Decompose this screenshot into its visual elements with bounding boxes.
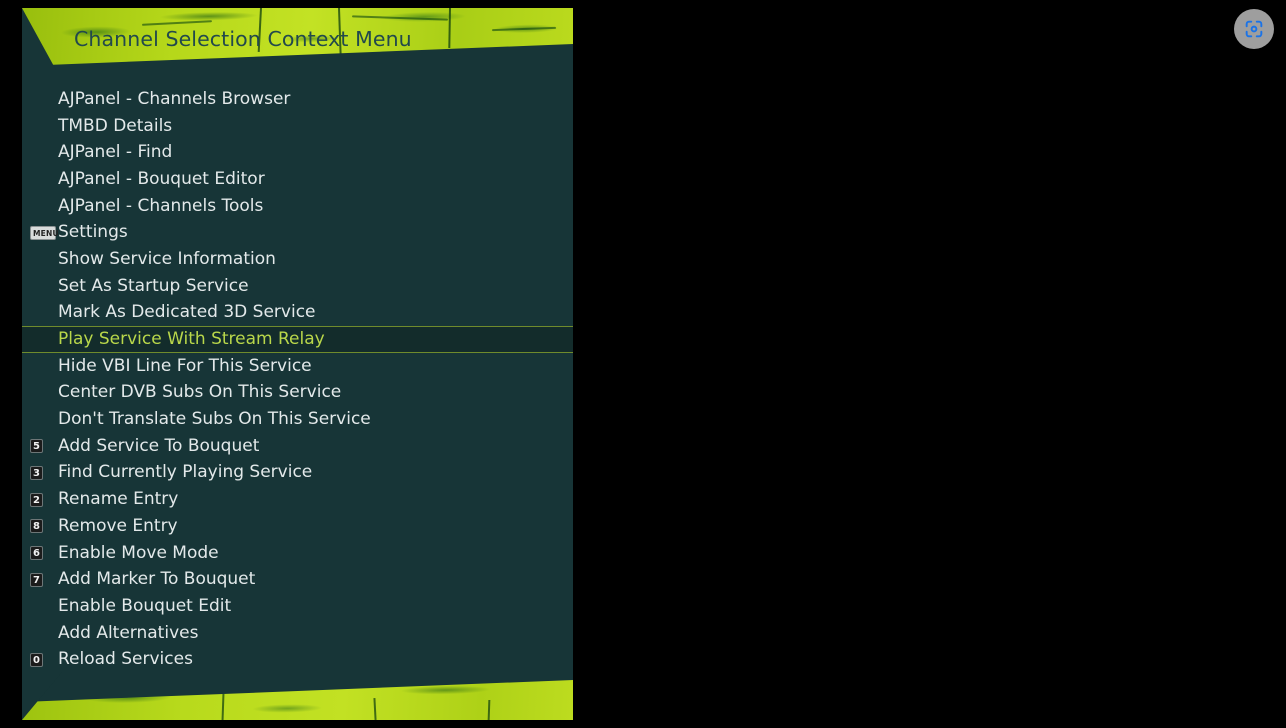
menu-item-label: Don't Translate Subs On This Service [58, 409, 371, 430]
menu-header-band: Channel Selection Context Menu [22, 8, 573, 70]
page-title: Channel Selection Context Menu [74, 27, 412, 51]
menu-item[interactable]: Play Service With Stream Relay [22, 326, 573, 353]
menu-item-label: Find Currently Playing Service [58, 462, 313, 483]
menu-item-key-slot [30, 406, 56, 433]
menu-item-label: Rename Entry [58, 489, 179, 510]
menu-item-label: Settings [58, 222, 128, 243]
menu-item[interactable]: Mark As Dedicated 3D Service [22, 300, 573, 327]
menu-item-key-slot [30, 593, 56, 620]
menu-item-key-slot [30, 193, 56, 220]
number-key-badge: 5 [30, 439, 43, 454]
menu-footer-band [22, 672, 573, 720]
menu-item-label: Enable Bouquet Edit [58, 595, 232, 616]
menu-item[interactable]: TMBD Details [22, 113, 573, 140]
menu-item-key-slot [30, 166, 56, 193]
number-key-badge: 3 [30, 465, 43, 480]
menu-item-key-slot [30, 380, 56, 407]
menu-item-key-slot [30, 326, 56, 353]
number-key-badge: 0 [30, 652, 43, 667]
context-menu-panel: Channel Selection Context Menu AJPanel -… [22, 8, 573, 720]
menu-item-label: AJPanel - Channels Browser [58, 88, 291, 109]
menu-item-label: AJPanel - Find [58, 142, 173, 163]
menu-item-key-slot [30, 113, 56, 140]
menu-item-key-slot: 0 [30, 646, 56, 673]
menu-item[interactable]: Add Alternatives [22, 620, 573, 647]
menu-item[interactable]: AJPanel - Channels Tools [22, 193, 573, 220]
menu-item-key-slot [30, 620, 56, 647]
menu-item-label: AJPanel - Bouquet Editor [58, 168, 265, 189]
context-menu-list: AJPanel - Channels Browser TMBD Details AJ… [22, 86, 573, 673]
menu-item-key-slot [30, 353, 56, 380]
menu-item-label: Set As Startup Service [58, 275, 249, 296]
menu-item[interactable]: AJPanel - Find [22, 139, 573, 166]
menu-item-label: Add Alternatives [58, 622, 199, 643]
menu-item-key-slot: 8 [30, 513, 56, 540]
menu-item[interactable]: 5 Add Service To Bouquet [22, 433, 573, 460]
menu-item-key-slot [30, 246, 56, 273]
menu-item[interactable]: Hide VBI Line For This Service [22, 353, 573, 380]
menu-item-label: Show Service Information [58, 248, 276, 269]
menu-item-key-slot [30, 300, 56, 327]
menu-item[interactable]: 2 Rename Entry [22, 486, 573, 513]
menu-item-label: Mark As Dedicated 3D Service [58, 302, 316, 323]
menu-item-label: Play Service With Stream Relay [58, 329, 325, 350]
menu-item-key-slot: MENU [30, 219, 59, 246]
menu-item[interactable]: 7 Add Marker To Bouquet [22, 566, 573, 593]
menu-item-key-slot [30, 86, 56, 113]
menu-item-key-slot: 5 [30, 433, 56, 460]
menu-item-label: Reload Services [58, 649, 193, 670]
screen-root: Channel Selection Context Menu AJPanel -… [0, 0, 1286, 728]
menu-item-key-slot: 2 [30, 486, 56, 513]
menu-item-label: Add Marker To Bouquet [58, 569, 256, 590]
menu-item-key-slot: 6 [30, 540, 56, 567]
number-key-badge: 7 [30, 572, 43, 587]
number-key-badge: 2 [30, 492, 43, 507]
menu-item[interactable]: 8 Remove Entry [22, 513, 573, 540]
menu-item[interactable]: MENU Settings [22, 219, 573, 246]
menu-item[interactable]: 3 Find Currently Playing Service [22, 460, 573, 487]
menu-item[interactable]: Don't Translate Subs On This Service [22, 406, 573, 433]
menu-item-key-slot [30, 139, 56, 166]
menu-item-key-slot: 3 [30, 460, 56, 487]
menu-item[interactable]: 6 Enable Move Mode [22, 540, 573, 567]
number-key-badge: 6 [30, 546, 43, 561]
menu-item-label: Enable Move Mode [58, 542, 219, 563]
menu-item[interactable]: Center DVB Subs On This Service [22, 380, 573, 407]
menu-item[interactable]: Enable Bouquet Edit [22, 593, 573, 620]
menu-key-badge: MENU [30, 225, 59, 240]
menu-item-key-slot: 7 [30, 566, 56, 593]
scan-focus-button[interactable] [1234, 9, 1274, 49]
menu-item[interactable]: AJPanel - Bouquet Editor [22, 166, 573, 193]
menu-item[interactable]: 0 Reload Services [22, 646, 573, 673]
number-key-badge: 8 [30, 519, 43, 534]
menu-item[interactable]: Show Service Information [22, 246, 573, 273]
menu-item-label: TMBD Details [58, 115, 173, 136]
menu-item-label: Hide VBI Line For This Service [58, 355, 312, 376]
scan-focus-icon [1243, 18, 1265, 40]
menu-item-key-slot [30, 273, 56, 300]
menu-item[interactable]: AJPanel - Channels Browser [22, 86, 573, 113]
menu-item-label: Center DVB Subs On This Service [58, 382, 342, 403]
menu-item-label: Add Service To Bouquet [58, 435, 260, 456]
menu-item-label: AJPanel - Channels Tools [58, 195, 264, 216]
menu-item-label: Remove Entry [58, 515, 178, 536]
menu-item[interactable]: Set As Startup Service [22, 273, 573, 300]
